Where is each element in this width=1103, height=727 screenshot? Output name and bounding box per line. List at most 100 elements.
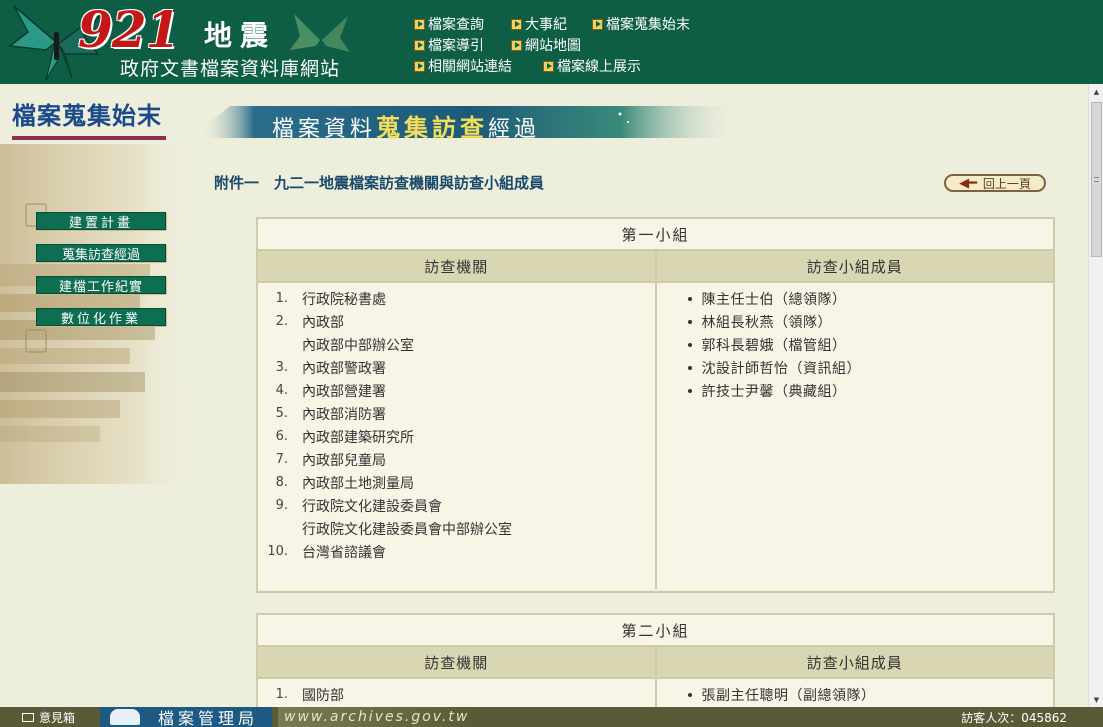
table-header-row: 訪查機關 訪查小組成員 [258,647,1053,679]
site-footer: 意見箱 檔案管理局 www.archives.gov.tw 訪客人次：04586… [0,707,1103,727]
sidebar-item-filing-record[interactable]: 建檔工作紀實 [36,276,166,295]
nav-label: 大事紀 [525,17,567,33]
nav-label: 檔案蒐集始末 [606,17,690,33]
group-title: 第二小組 [258,615,1053,647]
scroll-down-arrow-icon[interactable]: ▼ [1089,692,1103,707]
list-item: 2. 內政部 [258,310,655,333]
nav-archive-search[interactable]: 檔案查詢 [414,14,484,34]
org-list: 1. 行政院秘書處 2. 內政部 內政部中部辦公室 3. 內政部警政署 4. 內政部營建… [258,283,655,589]
list-item: 郭科長碧娥（檔管組） [657,333,1054,356]
bullet-icon [687,342,692,347]
column-header-org: 訪查機關 [258,647,655,677]
member-name: 林組長秋燕（領隊） [701,314,832,331]
bullet-icon [687,296,692,301]
logo-number: 921 [78,0,180,59]
logo-subtitle: 政府文書檔案資料庫網站 [120,58,341,80]
org-name: 行政院文化建設委員會 [302,498,442,515]
member-list: 張副主任聰明（副總領隊） [654,679,1054,707]
group-title: 第一小組 [258,219,1053,251]
org-name: 內政部警政署 [302,360,386,377]
visitor-counter: 訪客人次：045862 [961,711,1067,725]
nav-online-exhibition[interactable]: 檔案線上展示 [543,56,641,76]
section-banner-title: 檔案資料蒐集訪查經過 [272,108,540,143]
member-name: 張副主任聰明（副總領隊） [701,687,876,704]
nav-label: 檔案導引 [428,38,484,54]
list-number: 8. [275,475,288,490]
scroll-up-arrow-icon[interactable]: ▲ [1089,84,1103,99]
org-name: 內政部營建署 [302,383,386,400]
nav-label: 檔案線上展示 [557,59,641,75]
org-name: 行政院文化建設委員會中部辦公室 [302,521,512,538]
agency-logo[interactable]: 檔案管理局 [100,707,272,727]
banner-prefix: 檔案資料 [272,117,377,142]
group-table: 第二小組 訪查機關 訪查小組成員 1. 國防部 張副主任聰明（副總領隊） [256,613,1055,707]
org-name: 內政部兒童局 [302,452,386,469]
member-name: 許技士尹馨（典藏組） [701,383,847,400]
nav-label: 檔案查詢 [428,17,484,33]
nav-arrow-icon [511,18,522,30]
org-name: 台灣省諮議會 [302,544,386,561]
org-list: 1. 國防部 [258,679,655,707]
arrow-left-icon: ◀━ [959,175,977,191]
list-item: 10. 台灣省諮議會 [258,540,655,563]
nav-arrow-icon [543,60,554,72]
column-header-members: 訪查小組成員 [654,647,1053,677]
table-header-row: 訪查機關 訪查小組成員 [258,251,1053,283]
org-name: 內政部土地測量局 [302,475,414,492]
table-row: 1. 國防部 張副主任聰明（副總領隊） [258,679,1053,707]
list-item: 許技士尹馨（典藏組） [657,379,1054,402]
list-item: 內政部中部辦公室 [258,333,655,356]
member-name: 郭科長碧娥（檔管組） [701,337,847,354]
nav-arrow-icon [414,39,425,51]
list-number: 4. [275,383,288,398]
list-item: 1. 行政院秘書處 [258,287,655,310]
nav-timeline[interactable]: 大事紀 [511,14,567,34]
nav-arrow-icon [414,60,425,72]
bullet-icon [687,388,692,393]
org-name: 內政部建築研究所 [302,429,414,446]
nav-related-links[interactable]: 相關網站連結 [414,56,512,76]
envelope-icon [22,713,34,722]
list-item: 9. 行政院文化建設委員會 [258,494,655,517]
feedback-link[interactable]: 意見箱 [22,709,75,726]
list-item: 3. 內政部警政署 [258,356,655,379]
vertical-scrollbar[interactable]: ▲ ▼ [1088,84,1103,707]
list-number: 1. [275,687,288,702]
nav-arrow-icon [511,39,522,51]
agency-emblem-icon [110,709,140,725]
list-item: 8. 內政部土地測量局 [258,471,655,494]
list-item: 陳主任士伯（總領隊） [657,287,1054,310]
grip-icon [1094,177,1099,182]
logo-title: 地震 [204,19,277,52]
list-number: 9. [275,498,288,513]
column-header-org: 訪查機關 [258,251,655,281]
bullet-icon [687,319,692,324]
list-number: 5. [275,406,288,421]
nav-collection-history[interactable]: 檔案蒐集始末 [592,14,690,34]
list-number: 2. [275,314,288,329]
agency-label: 檔案管理局 [158,709,259,727]
nav-sitemap[interactable]: 網站地圖 [511,35,581,55]
sidebar-item-project-plan[interactable]: 建置計畫 [36,212,166,231]
list-item: 5. 內政部消防署 [258,402,655,425]
list-number: 7. [275,452,288,467]
group-table: 第一小組 訪查機關 訪查小組成員 1. 行政院秘書處 2. 內政部 內政部中部辦公室… [256,217,1055,593]
sidebar-item-collection-visits[interactable]: 蒐集訪查經過 [36,244,166,263]
list-item: 張副主任聰明（副總領隊） [657,683,1054,706]
agency-url[interactable]: www.archives.gov.tw [278,707,478,727]
list-item: 7. 內政部兒童局 [258,448,655,471]
back-button[interactable]: ◀━ 回上一頁 [944,174,1046,192]
banner-suffix: 經過 [488,117,541,142]
member-list: 陳主任士伯（總領隊） 林組長秋燕（領隊） 郭科長碧娥（檔管組） 沈設計師哲怡（資… [654,283,1054,589]
list-number: 1. [275,291,288,306]
page-subtitle: 附件一 九二一地震檔案訪查機關與訪查小組成員 [214,174,545,192]
org-name: 內政部中部辦公室 [302,337,414,354]
nav-label: 相關網站連結 [428,59,512,75]
sidebar: 檔案蒐集始末 建置計畫 蒐集訪查經過 建檔工作紀實 數位化作業 [0,84,190,707]
scrollbar-thumb[interactable] [1091,102,1102,257]
nav-archive-guide[interactable]: 檔案導引 [414,35,484,55]
list-item: 林組長秋燕（領隊） [657,310,1054,333]
nav-label: 網站地圖 [525,38,581,54]
sidebar-item-digitization[interactable]: 數位化作業 [36,308,166,327]
back-button-label: 回上一頁 [982,176,1031,191]
